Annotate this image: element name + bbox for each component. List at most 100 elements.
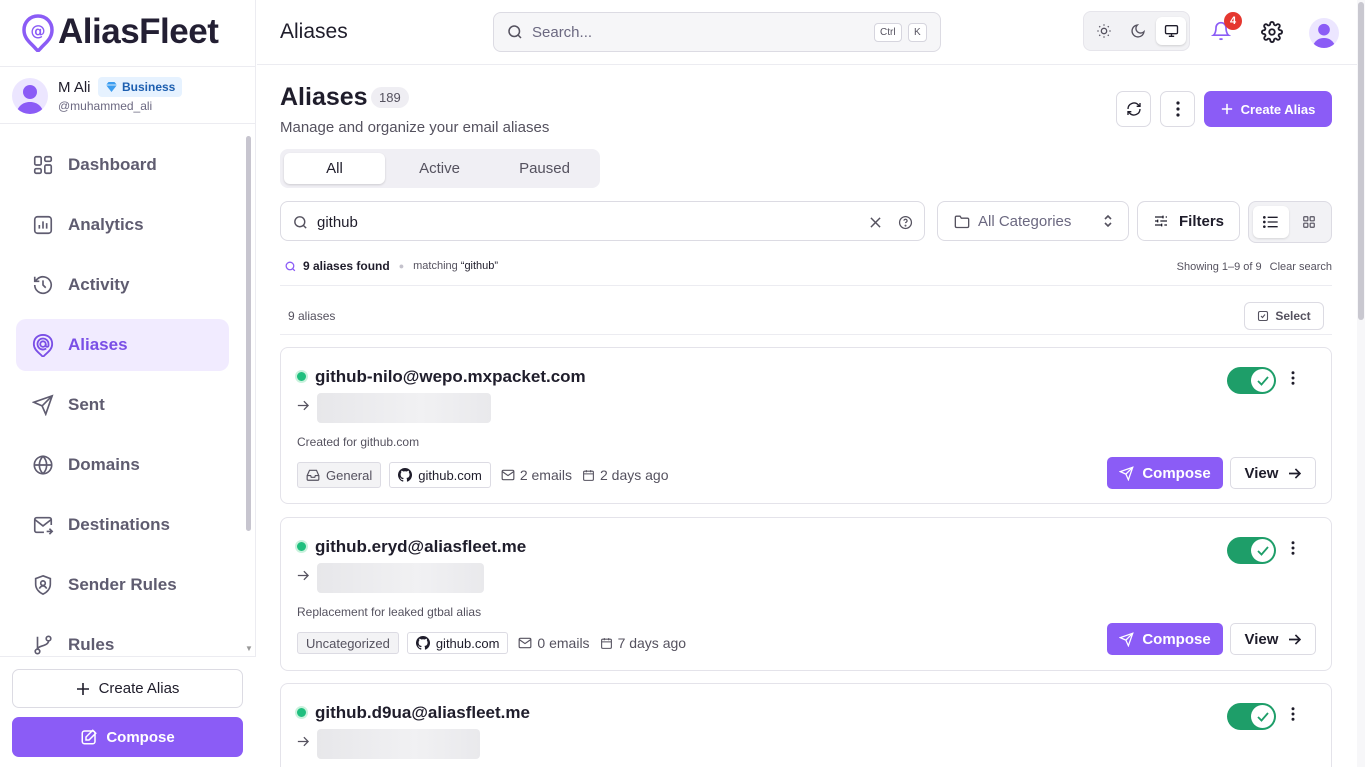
nav-item-domains[interactable]: Domains [16, 439, 229, 491]
category-chip[interactable]: General [297, 462, 382, 488]
sidebar-compose-button[interactable]: Compose [12, 717, 243, 757]
alias-active-toggle[interactable] [1227, 703, 1276, 730]
help-icon[interactable] [898, 215, 913, 230]
list-icon [1263, 216, 1278, 229]
grid-view-button[interactable] [1291, 206, 1327, 238]
filters-button[interactable]: Filters [1137, 201, 1240, 241]
refresh-icon [1126, 102, 1141, 116]
global-search-input[interactable]: Search... Ctrl K [493, 12, 941, 52]
select-button[interactable]: Select [1244, 302, 1324, 330]
view-button[interactable]: View [1230, 457, 1316, 489]
theme-light-button[interactable] [1089, 17, 1119, 45]
alias-email[interactable]: github.eryd@aliasfleet.me [315, 537, 526, 557]
compose-button[interactable]: Compose [1107, 457, 1223, 489]
theme-dark-button[interactable] [1123, 17, 1153, 45]
nav-label: Analytics [68, 215, 144, 234]
clear-search-icon[interactable] [870, 217, 881, 228]
status-dot [295, 706, 308, 719]
globe-icon [33, 455, 53, 475]
nav-item-aliases[interactable]: Aliases [16, 319, 229, 371]
clear-search-link[interactable]: Clear search [1270, 261, 1332, 273]
mail-forward-icon [33, 516, 54, 535]
search-icon [285, 261, 296, 271]
category-label: General [326, 467, 373, 483]
results-found: 9 aliases found [303, 259, 390, 273]
page-scrollbar[interactable] [1357, 0, 1365, 767]
destination-redacted [317, 563, 484, 593]
theme-system-button[interactable] [1156, 17, 1186, 45]
page-title: Aliases [280, 83, 368, 111]
main-content: Aliases 189 Manage and organize your ema… [257, 66, 1357, 767]
alias-email[interactable]: github.d9ua@aliasfleet.me [315, 703, 530, 723]
alias-email[interactable]: github-nilo@wepo.mxpacket.com [315, 367, 586, 387]
nav-item-sender-rules[interactable]: Sender Rules [16, 559, 229, 611]
nav-item-activity[interactable]: Activity [16, 259, 229, 311]
settings-button[interactable] [1261, 21, 1283, 43]
scrollbar-thumb[interactable] [1358, 2, 1364, 320]
arrow-right-icon [1289, 633, 1302, 645]
sun-icon [1097, 24, 1111, 38]
alias-menu-icon[interactable] [1291, 541, 1295, 555]
category-value: All Categories [978, 212, 1072, 230]
service-label: github.com [418, 467, 482, 483]
search-placeholder: Search... [532, 23, 593, 41]
refresh-button[interactable] [1116, 91, 1151, 127]
arrow-right-icon [297, 570, 309, 581]
list-view-button[interactable] [1253, 206, 1289, 238]
github-icon [398, 468, 413, 482]
avatar [12, 78, 48, 114]
email-count: 2 emails [501, 467, 572, 483]
app-logo[interactable]: @ AliasFleet [20, 12, 219, 52]
alias-icon [32, 333, 54, 357]
sidebar-scrollbar[interactable] [246, 136, 251, 531]
more-options-button[interactable] [1160, 91, 1195, 127]
pagination-summary: Showing 1–9 of 9 Clear search [1177, 261, 1332, 273]
send-icon [1119, 631, 1135, 647]
user-profile[interactable]: M Ali Business @muhammed_ali [0, 66, 256, 124]
service-chip: github.com [389, 462, 491, 488]
tab-all[interactable]: All [284, 153, 385, 184]
nav-item-analytics[interactable]: Analytics [16, 199, 229, 251]
app-name: AliasFleet [58, 12, 219, 51]
view-label: View [1244, 630, 1279, 648]
create-alias-label: Create Alias [98, 680, 180, 697]
nav-item-sent[interactable]: Sent [16, 379, 229, 431]
account-avatar[interactable] [1309, 18, 1339, 48]
plan-label: Business [122, 80, 176, 94]
nav-item-destinations[interactable]: Destinations [16, 499, 229, 551]
compose-button[interactable]: Compose [1107, 623, 1223, 655]
user-icon [16, 85, 44, 114]
page-subtitle: Manage and organize your email aliases [280, 119, 550, 136]
sidebar: @ AliasFleet M Ali Business @muhammed_al… [0, 0, 256, 767]
alias-menu-icon[interactable] [1291, 371, 1295, 385]
tab-active[interactable]: Active [389, 153, 490, 184]
github-icon [415, 636, 430, 650]
plus-icon [1221, 103, 1232, 115]
calendar-icon [583, 469, 594, 481]
alias-active-toggle[interactable] [1227, 367, 1276, 394]
diamond-icon [106, 82, 117, 92]
theme-switcher [1083, 11, 1190, 51]
create-alias-button[interactable]: Create Alias [1204, 91, 1332, 127]
notification-count-badge: 4 [1224, 12, 1242, 30]
category-label: Uncategorized [306, 635, 390, 651]
category-select[interactable]: All Categories [937, 201, 1129, 241]
scroll-down-icon[interactable]: ▼ [245, 644, 253, 653]
edit-icon [81, 729, 98, 745]
inbox-icon [306, 469, 320, 481]
shortcut-key: K [908, 23, 927, 42]
sidebar-create-alias-button[interactable]: Create Alias [12, 669, 243, 708]
alias-search-input[interactable]: github [280, 201, 925, 241]
nav-item-dashboard[interactable]: Dashboard [16, 139, 229, 191]
more-vertical-icon [1175, 101, 1180, 117]
alias-note: Replacement for leaked gtbal alias [297, 605, 482, 619]
tab-paused[interactable]: Paused [494, 153, 595, 184]
check-icon [1256, 545, 1269, 556]
alias-menu-icon[interactable] [1291, 707, 1295, 721]
create-alias-label: Create Alias [1240, 101, 1316, 117]
nav-label: Destinations [68, 515, 171, 534]
view-button[interactable]: View [1230, 623, 1316, 655]
alias-active-toggle[interactable] [1227, 537, 1276, 564]
category-chip[interactable]: Uncategorized [297, 632, 399, 654]
divider [280, 285, 1332, 286]
